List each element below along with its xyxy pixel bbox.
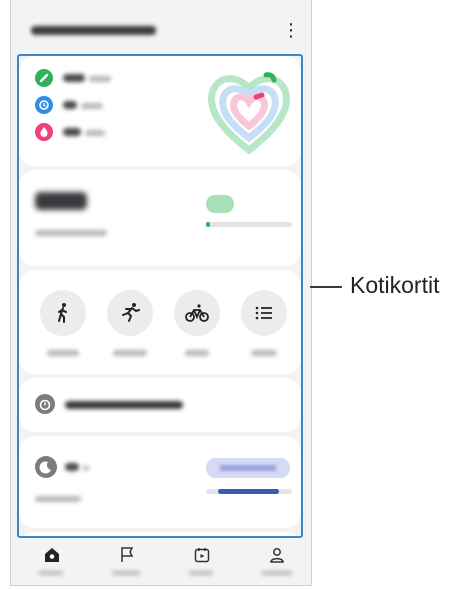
bottom-navigation	[11, 540, 311, 585]
calories-value-blurred	[63, 128, 81, 136]
clock-icon	[35, 96, 53, 114]
steps-progress-bar	[206, 222, 292, 227]
app-bar: ⋮	[11, 0, 311, 50]
nav-home[interactable]	[21, 544, 81, 584]
cycling-button[interactable]	[174, 290, 220, 336]
steps-goal-badge	[206, 195, 234, 213]
active-time-unit-blurred	[81, 103, 103, 109]
calendar-play-icon	[194, 548, 210, 563]
steps-icon	[35, 69, 53, 87]
steps-progress-fill	[206, 222, 211, 227]
cycling-icon	[185, 304, 209, 322]
nav-my-page-label-blurred	[262, 571, 292, 575]
nav-fitness[interactable]	[171, 544, 231, 584]
running-button[interactable]	[107, 290, 153, 336]
workout-history-title-blurred	[65, 401, 183, 409]
running-icon	[122, 303, 140, 322]
nav-together-label-blurred	[112, 571, 140, 575]
walking-button[interactable]	[40, 290, 86, 336]
moon-icon	[35, 456, 57, 478]
nav-home-label-blurred	[39, 571, 63, 575]
sleep-label-blurred	[35, 496, 81, 502]
heart-rings-icon	[208, 72, 290, 155]
steps-value-blurred	[63, 74, 85, 82]
sleep-progress-fill	[218, 489, 280, 494]
walking-icon	[58, 303, 67, 323]
stopwatch-icon	[35, 394, 55, 414]
nav-my-page[interactable]	[246, 544, 306, 584]
summary-card[interactable]	[19, 56, 301, 166]
next-card-partial[interactable]	[19, 532, 301, 536]
steps-count-blurred	[35, 192, 87, 210]
app-title-blurred	[31, 26, 156, 35]
flame-icon	[35, 123, 53, 141]
more-options-icon[interactable]: ⋮	[281, 18, 301, 42]
home-icon	[45, 548, 59, 562]
calories-unit-blurred	[85, 130, 105, 136]
sleep-value-blurred	[65, 463, 79, 471]
workout-list-button[interactable]	[241, 290, 287, 336]
phone-screen: ⋮	[10, 0, 312, 586]
nav-together[interactable]	[96, 544, 156, 584]
sleep-progress-bar	[206, 489, 292, 494]
workout-card	[19, 270, 301, 374]
person-icon	[270, 548, 284, 563]
steps-unit-blurred	[89, 76, 111, 82]
callout-leader-line	[310, 286, 342, 288]
sleep-time-badge-blurred	[206, 458, 290, 478]
list-icon	[255, 306, 272, 320]
more-label-blurred	[251, 350, 277, 356]
callout-label: Kotikortit	[350, 272, 440, 298]
steps-card[interactable]	[19, 170, 301, 266]
nav-fitness-label-blurred	[189, 571, 213, 575]
steps-target-blurred	[35, 230, 107, 236]
walking-label-blurred	[47, 350, 79, 356]
sleep-card[interactable]	[19, 436, 301, 528]
running-label-blurred	[113, 350, 147, 356]
active-time-value-blurred	[63, 101, 77, 109]
cycling-label-blurred	[185, 350, 209, 356]
workout-history-card[interactable]	[19, 378, 301, 432]
flag-icon	[121, 547, 134, 562]
home-cards-highlight-frame	[17, 54, 303, 538]
sleep-unit-blurred	[83, 465, 89, 471]
